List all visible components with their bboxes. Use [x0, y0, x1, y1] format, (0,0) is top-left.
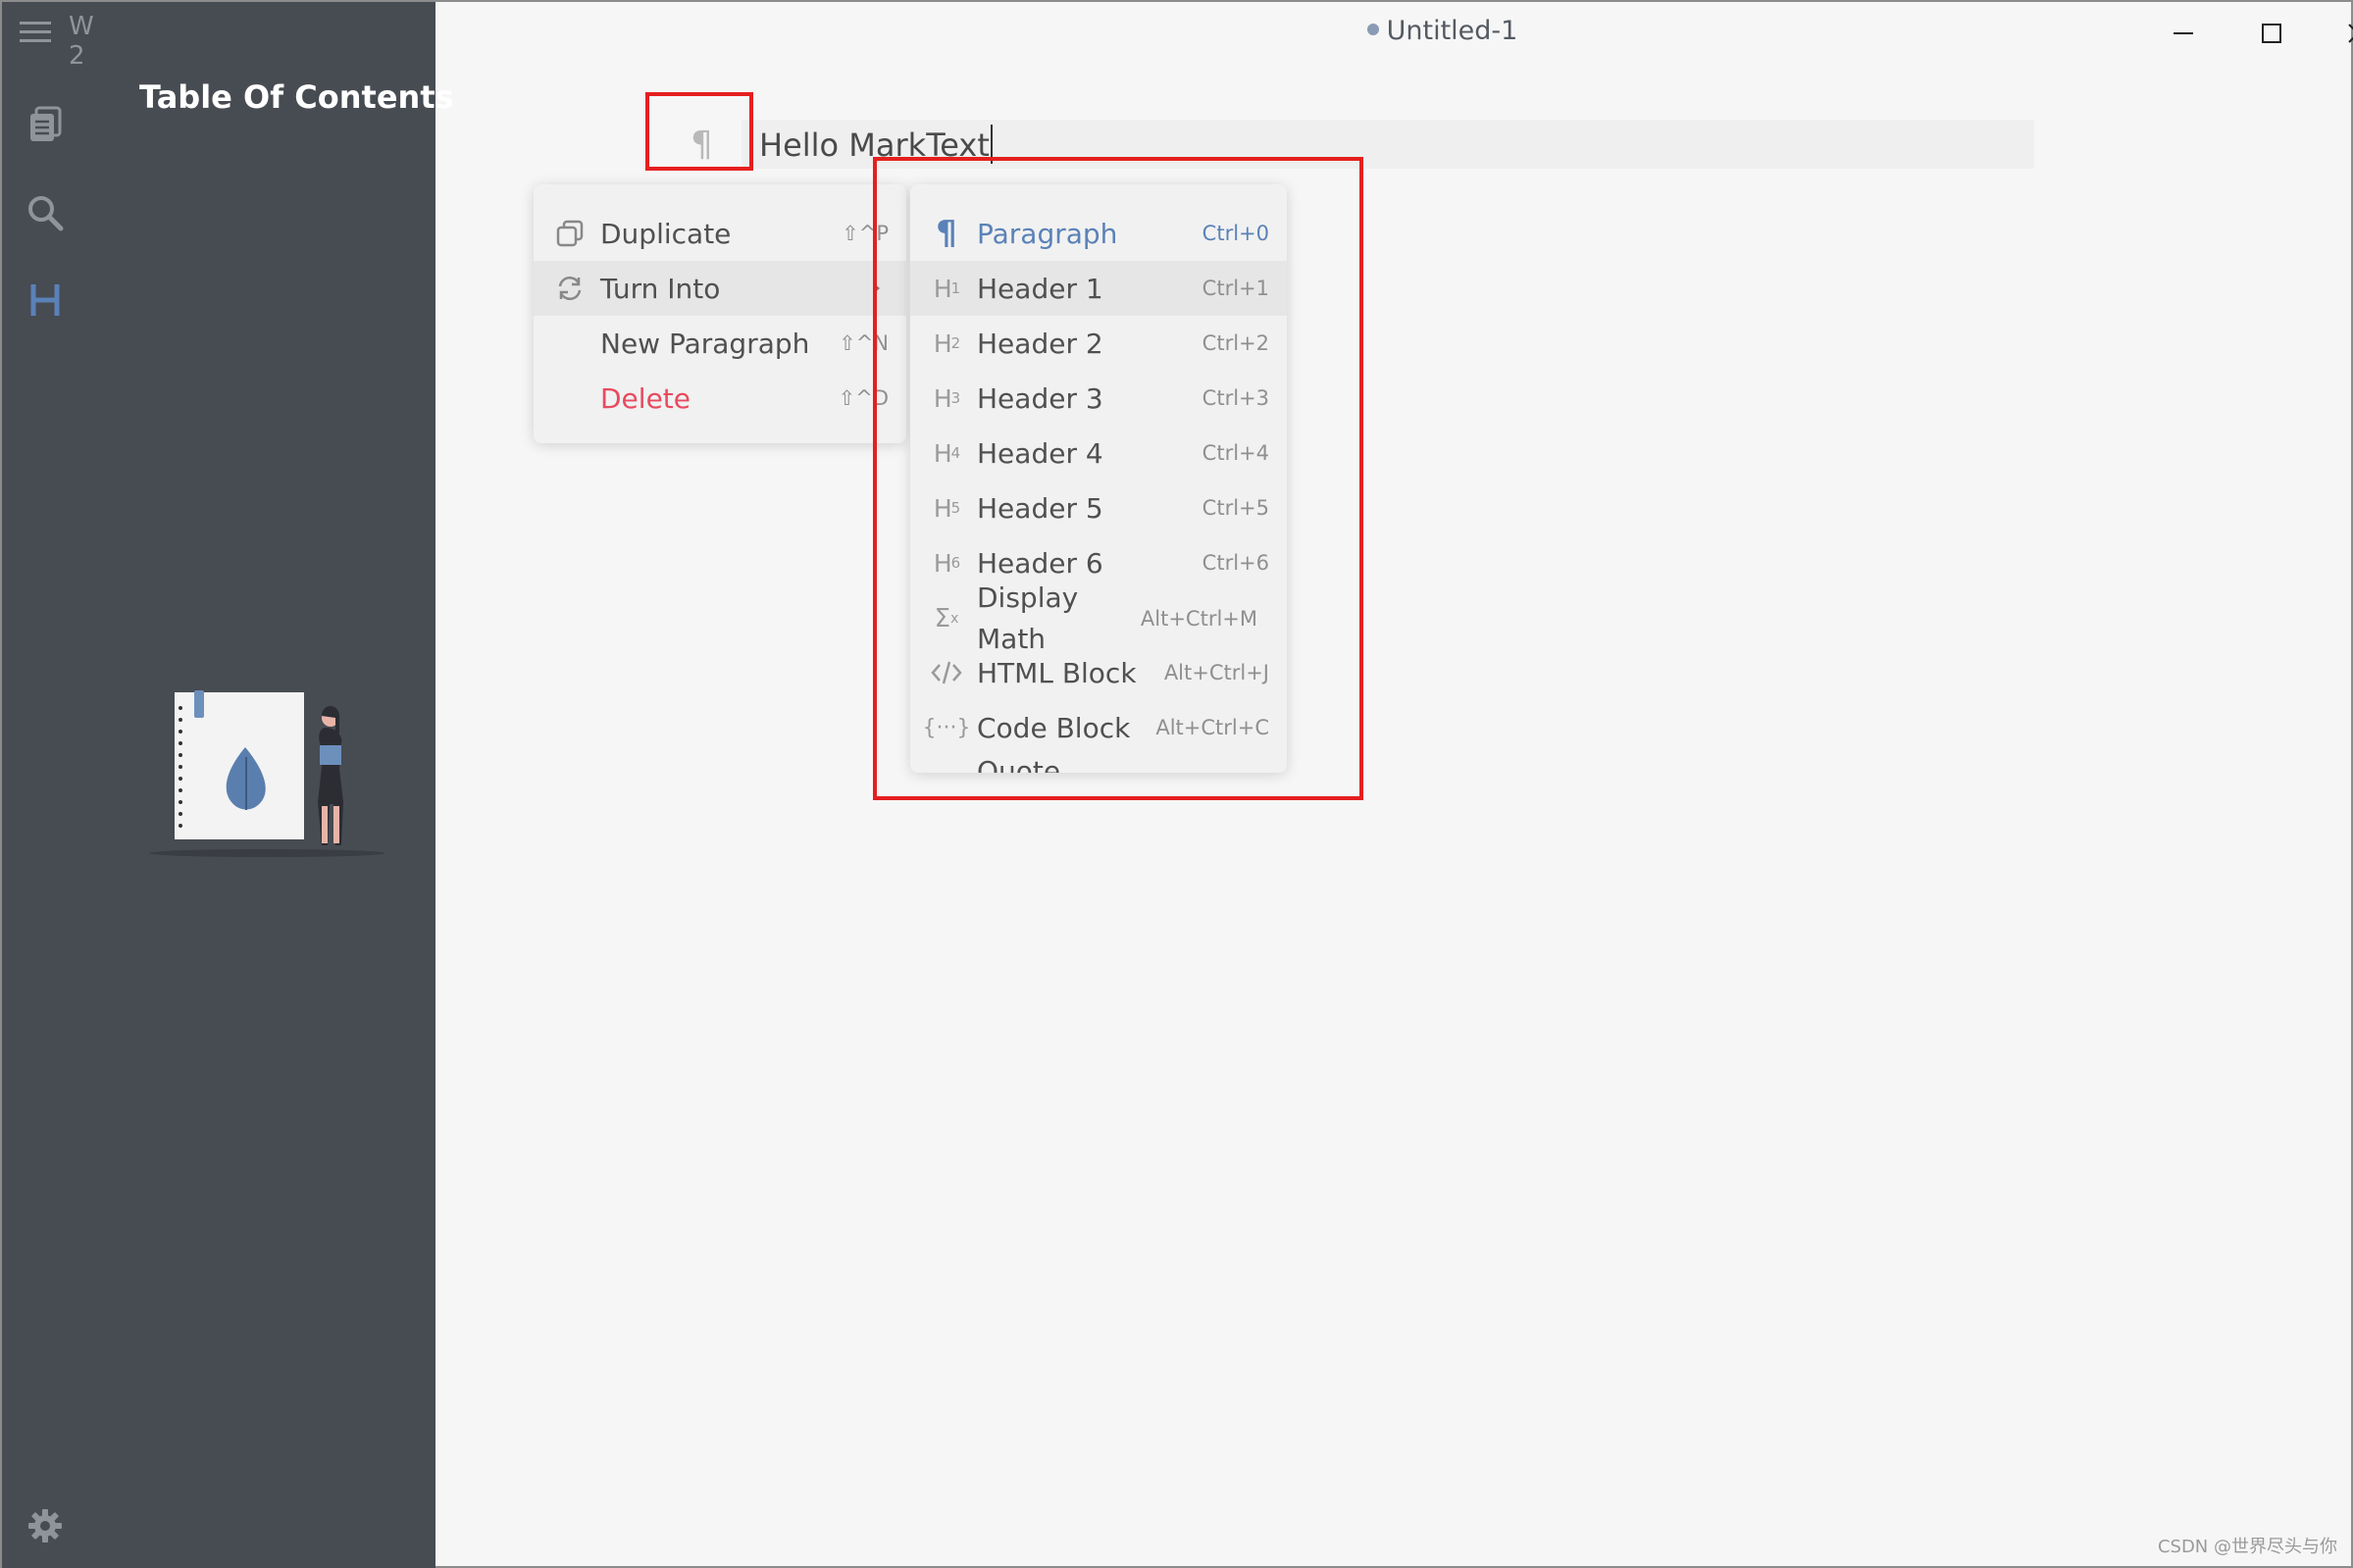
empty-toc-illustration	[149, 690, 384, 857]
menu-item-label: Duplicate	[600, 217, 732, 250]
close-icon	[2348, 24, 2353, 43]
menu-item-label: Header 2	[977, 327, 1103, 360]
menu-item-shortcut: Ctrl+2	[1202, 331, 1269, 355]
submenu-arrow-icon	[871, 277, 881, 300]
menu-item-label: Paragraph	[977, 217, 1118, 250]
sigma-icon: Σx	[934, 604, 959, 633]
text-caret	[990, 125, 993, 164]
menu-item-label: Header 1	[977, 272, 1103, 305]
h5-icon: H5	[933, 493, 960, 523]
menu-item-shortcut: Ctrl+6	[1202, 551, 1269, 575]
menu-item-label: Turn Into	[600, 272, 721, 305]
menu-item-duplicate[interactable]: Duplicate ⇧^P	[534, 206, 906, 261]
turn-into-submenu: ¶ Paragraph Ctrl+0 H1 Header 1 Ctrl+1 H2…	[910, 184, 1287, 773]
document-title-text: Untitled-1	[1386, 16, 1518, 46]
code-tag-icon	[930, 656, 963, 689]
menu-item-label: Header 6	[977, 546, 1103, 580]
menu-item-turn-into[interactable]: Turn Into	[534, 261, 906, 316]
app-window: W 2 Table Of Contents Untitled-1 ¶ Hello…	[0, 0, 2353, 1568]
menu-item-html-block[interactable]: HTML Block Alt+Ctrl+J	[910, 645, 1287, 700]
paragraph-handle-icon[interactable]: ¶	[691, 122, 713, 169]
menu-item-new-paragraph[interactable]: New Paragraph ⇧^N	[534, 316, 906, 371]
menu-item-shortcut: Ctrl+0	[1202, 222, 1269, 245]
code-block-icon: {···}	[922, 715, 971, 740]
menu-item-label: HTML Block	[977, 656, 1137, 689]
paragraph-text: Hello MarkText	[759, 126, 990, 164]
menu-item-label: Quote	[977, 754, 1061, 774]
menu-item-shortcut: Ctrl+3	[1202, 386, 1269, 410]
menu-item-paragraph[interactable]: ¶ Paragraph Ctrl+0	[910, 206, 1287, 261]
files-button[interactable]	[16, 95, 75, 154]
settings-button[interactable]	[16, 1496, 75, 1555]
menu-item-shortcut: Ctrl+1	[1202, 277, 1269, 300]
gear-icon	[28, 1509, 62, 1543]
maximize-icon	[2262, 24, 2281, 43]
maximize-button[interactable]	[2249, 14, 2294, 53]
menu-item-header-3[interactable]: H3 Header 3 Ctrl+3	[910, 371, 1287, 426]
files-icon	[30, 106, 62, 141]
menu-item-shortcut: Alt+Ctrl+J	[1163, 661, 1269, 684]
refresh-icon	[553, 272, 587, 305]
menu-item-shortcut: Ctrl+4	[1202, 441, 1269, 465]
menu-item-header-2[interactable]: H2 Header 2 Ctrl+2	[910, 316, 1287, 371]
menu-item-shortcut: ⇧^N	[839, 331, 889, 355]
sidebar-title: Table Of Contents	[139, 78, 454, 116]
sidebar: W 2 Table Of Contents	[2, 2, 454, 1568]
unsaved-dot-icon	[1366, 23, 1379, 35]
heading-icon	[30, 284, 60, 316]
quote-icon	[930, 754, 963, 773]
menu-item-label: New Paragraph	[600, 327, 810, 360]
duplicate-icon	[553, 217, 587, 250]
menu-item-quote[interactable]: Quote	[910, 743, 1287, 774]
h6-icon: H6	[933, 548, 960, 578]
menu-icon[interactable]	[20, 16, 51, 49]
search-button[interactable]	[16, 183, 75, 242]
menu-item-shortcut: Ctrl+5	[1202, 496, 1269, 520]
h3-icon: H3	[933, 383, 960, 413]
menu-item-label: Header 3	[977, 381, 1103, 415]
menu-item-shortcut: Alt+Ctrl+C	[1155, 716, 1269, 739]
menu-item-delete[interactable]: Delete ⇧^D	[534, 371, 906, 426]
menu-item-header-5[interactable]: H5 Header 5 Ctrl+5	[910, 481, 1287, 535]
menu-item-label: Header 4	[977, 436, 1103, 470]
h2-icon: H2	[933, 329, 960, 358]
menu-item-label: Header 5	[977, 491, 1103, 525]
search-icon	[28, 196, 64, 231]
minimize-button[interactable]	[2161, 14, 2206, 53]
h4-icon: H4	[933, 438, 960, 468]
menu-item-label: Delete	[600, 381, 691, 415]
menu-item-header-4[interactable]: H4 Header 4 Ctrl+4	[910, 426, 1287, 481]
paragraph-block[interactable]: Hello MarkText	[759, 122, 993, 169]
toc-button[interactable]	[16, 271, 75, 329]
watermark: CSDN @世界尽头与你	[2157, 1537, 2337, 1557]
close-button[interactable]	[2335, 14, 2353, 53]
paragraph-icon: ¶	[936, 214, 957, 253]
block-context-menu: Duplicate ⇧^P Turn Into New Paragraph ⇧^…	[534, 184, 906, 443]
h1-icon: H1	[933, 274, 960, 303]
title-bar: Untitled-1	[435, 2, 2353, 65]
minimize-icon	[2174, 32, 2193, 34]
menu-item-shortcut: ⇧^P	[842, 222, 889, 245]
document-title: Untitled-1	[435, 16, 2351, 46]
workspace-label: W 2	[69, 12, 95, 71]
menu-item-label: Code Block	[977, 711, 1131, 744]
menu-item-shortcut: Alt+Ctrl+M	[1140, 607, 1257, 631]
menu-item-shortcut: ⇧^D	[838, 386, 889, 410]
menu-item-header-1[interactable]: H1 Header 1 Ctrl+1	[910, 261, 1287, 316]
activity-bar: W 2	[2, 2, 94, 1568]
